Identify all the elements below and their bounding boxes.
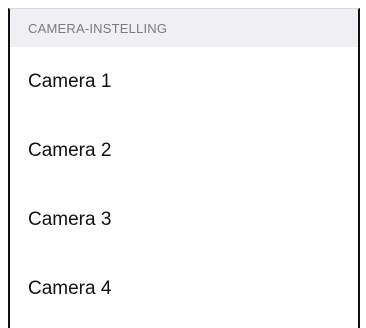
camera-item-label: Camera 1 [28,70,112,92]
camera-item-label: Camera 3 [28,208,112,230]
section-title: CAMERA-INSTELLING [28,20,168,36]
section-header: CAMERA-INSTELLING [10,9,358,47]
camera-item-3[interactable]: Camera 3 [10,185,358,254]
camera-item-label: Camera 2 [28,139,112,161]
camera-settings-panel: CAMERA-INSTELLING Camera 1 Camera 2 Came… [8,8,360,328]
camera-item-4[interactable]: Camera 4 [10,254,358,323]
camera-item-label: Camera 4 [28,277,112,299]
camera-item-2[interactable]: Camera 2 [10,116,358,185]
camera-item-1[interactable]: Camera 1 [10,47,358,116]
